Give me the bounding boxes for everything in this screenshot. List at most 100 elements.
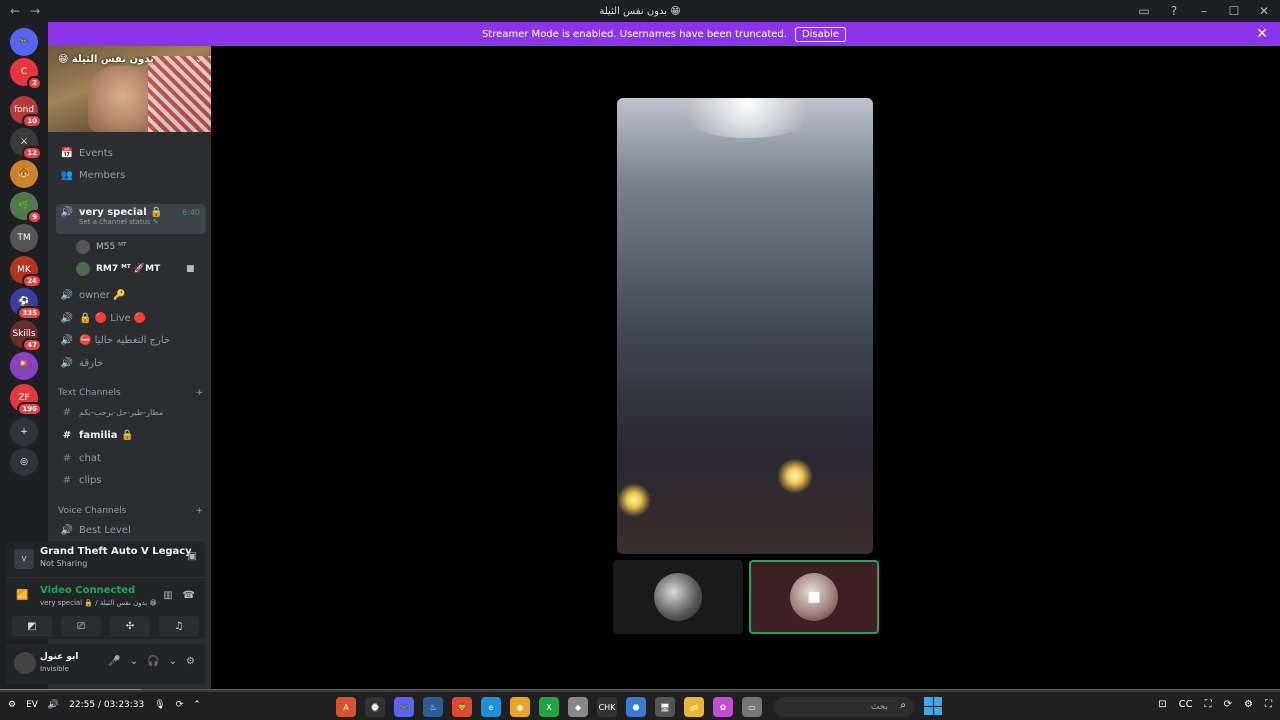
voice-channel-best-level[interactable]: 🔊 Best Level <box>56 520 206 540</box>
server-icon[interactable]: fond 10 <box>10 96 42 128</box>
server-icon[interactable]: MK 24 <box>10 256 42 288</box>
streamer-mode-banner: Streamer Mode is enabled. Usernames have… <box>48 22 1280 46</box>
voice-channel-path[interactable]: very special 🔒 / بدون نفس الثيلة 😁 <box>40 599 157 607</box>
server-icon[interactable]: 🎴 <box>10 352 38 380</box>
playback-time: 22:55 / 03:23:33 <box>69 700 145 710</box>
taskbar-app-icon[interactable]: ⬣ <box>626 697 646 717</box>
screen-share-button[interactable]: ⎚ <box>61 616 101 636</box>
inbox-icon[interactable]: ▭ <box>1136 3 1152 19</box>
network-icon[interactable]: ⟳ <box>176 700 184 710</box>
chevron-down-icon[interactable]: ⌄ <box>169 656 177 667</box>
voice-channel-very-special[interactable]: 🔊 very special 🔒 Set a channel status ✎ … <box>56 204 206 234</box>
taskbar-app-icon[interactable]: X <box>539 697 559 717</box>
share-screen-icon[interactable]: ▣ <box>188 551 197 562</box>
server-icon[interactable]: 🎮 <box>10 28 38 56</box>
video-lamp <box>777 458 813 494</box>
server-icon[interactable]: ⚽ 335 <box>10 288 42 320</box>
player-control-icon[interactable]: ⊡ <box>1158 699 1166 710</box>
video-ceiling-light <box>667 98 827 138</box>
server-icon[interactable]: C2 <box>10 58 42 90</box>
add-channel-icon[interactable]: + <box>195 388 203 398</box>
signal-icon[interactable]: 📶 <box>16 590 28 601</box>
volume-icon[interactable]: 🔊 <box>48 700 59 710</box>
taskbar-app-icon[interactable]: ▭ <box>742 697 762 717</box>
back-arrow-icon[interactable]: ← <box>10 4 20 18</box>
server-icon[interactable]: ◎ <box>10 448 38 476</box>
server-icon[interactable]: ⚔ 12 <box>10 128 42 160</box>
channel-status[interactable]: Set a channel status ✎ <box>79 218 163 226</box>
disconnect-icon[interactable]: ☎ <box>183 590 195 601</box>
members-icon: 👥 <box>60 169 74 181</box>
close-banner-icon[interactable]: ✕ <box>1256 26 1268 42</box>
server-icon[interactable]: Skills 47 <box>10 320 42 352</box>
taskbar-app-icon[interactable]: ◆ <box>568 697 588 717</box>
taskbar-app-icon[interactable]: e <box>481 697 501 717</box>
taskbar-app-icon[interactable]: 🦁 <box>452 697 472 717</box>
player-control-icon[interactable]: CC <box>1179 699 1193 710</box>
player-control-icon[interactable]: ⛶ <box>1205 699 1212 710</box>
server-icon-label: 🎮 <box>18 37 30 47</box>
taskbar-search[interactable]: بحث ⌕ <box>774 697 914 717</box>
user-name[interactable]: ابو عنول <box>40 652 79 662</box>
text-channel[interactable]: # clips <box>56 470 206 490</box>
taskbar-app-icon[interactable]: ◉ <box>510 697 530 717</box>
activities-button[interactable]: ✣ <box>110 616 150 636</box>
add-channel-icon[interactable]: + <box>195 506 203 516</box>
text-channel[interactable]: # chat <box>56 448 206 468</box>
text-channel[interactable]: # مطار-طير-حل-يرحب-بكم <box>56 402 206 422</box>
voice-channel-away[interactable]: 🔊 ⛔ خارج التغطيه حاليا <box>56 330 206 350</box>
voice-channel-super[interactable]: 🔊 خارقة <box>56 353 206 373</box>
taskbar-app-icon[interactable]: CHK <box>597 697 617 717</box>
language-indicator[interactable]: EV <box>26 700 38 710</box>
taskbar-app-icon[interactable]: A <box>336 697 356 717</box>
server-icon[interactable]: 🐯 <box>10 160 38 188</box>
text-channels-category[interactable]: Text Channels + <box>58 388 203 398</box>
server-icon[interactable]: TM <box>10 224 38 252</box>
voice-user[interactable]: RM7 ᴹᵀ 🚀MT ■ <box>76 261 195 277</box>
settings-gear-icon[interactable]: ⚙ <box>8 700 16 710</box>
members-item[interactable]: 👥 Members <box>56 165 206 185</box>
voice-status[interactable]: Video Connected <box>40 585 135 596</box>
server-icon[interactable]: ZF 196 <box>10 384 42 416</box>
close-window-button[interactable]: ✕ <box>1256 3 1272 19</box>
taskbar-app-icon[interactable]: ✿ <box>713 697 733 717</box>
taskbar-app-icon[interactable]: 📁 <box>684 697 704 717</box>
microphone-icon[interactable]: 🎙 <box>154 700 165 710</box>
voice-channel-owner[interactable]: 🔊 owner 🔑 <box>56 285 206 305</box>
server-icon[interactable]: + <box>10 418 38 446</box>
help-icon[interactable]: ? <box>1166 3 1182 19</box>
channel-label: Best Level <box>79 524 131 536</box>
forward-arrow-icon[interactable]: → <box>30 4 40 18</box>
avatar[interactable] <box>14 652 36 674</box>
microphone-icon[interactable]: 🎤 <box>108 656 120 667</box>
voice-user[interactable]: M55 ᴹᵀ <box>76 239 126 255</box>
disable-streamer-mode-button[interactable]: Disable <box>794 26 847 42</box>
settings-gear-icon[interactable]: ⚙ <box>186 656 195 667</box>
chevron-down-icon[interactable]: ⌄ <box>130 656 138 667</box>
taskbar-app-icon[interactable]: 🖥 <box>655 697 675 717</box>
chevron-up-icon[interactable]: ⌃ <box>193 700 201 710</box>
server-icon[interactable]: 🌿 9 <box>10 192 42 224</box>
player-control-icon[interactable]: ⚙ <box>1244 699 1253 710</box>
server-name[interactable]: بدون نفس الثيلة 😁 <box>58 54 154 65</box>
windows-start-icon[interactable] <box>924 697 942 715</box>
participant-tile-active[interactable]: ■ <box>749 560 879 634</box>
chevron-down-icon[interactable]: ⌄ <box>195 54 203 65</box>
events-item[interactable]: 📅 Events <box>56 143 206 163</box>
taskbar-app-icon[interactable]: 🎮 <box>394 697 414 717</box>
voice-channel-live[interactable]: 🔊 🔒 🔴 Live 🔴 <box>56 308 206 328</box>
player-control-icon[interactable]: ⟳ <box>1224 699 1232 710</box>
taskbar-app-icon[interactable]: ⌚ <box>365 697 385 717</box>
soundboard-button[interactable]: ♫ <box>159 616 199 636</box>
taskbar-app-icon[interactable]: ♨ <box>423 697 443 717</box>
voice-channels-category[interactable]: Voice Channels + <box>58 506 203 516</box>
minimize-button[interactable]: – <box>1196 3 1212 19</box>
maximize-button[interactable]: ☐ <box>1226 3 1242 19</box>
player-control-icon[interactable]: ⛶ <box>1265 699 1272 710</box>
text-channel[interactable]: # familia 🔒 <box>56 425 206 445</box>
main-video-stream[interactable] <box>617 98 873 554</box>
participant-tile[interactable] <box>613 560 743 634</box>
headphones-icon[interactable]: 🎧 <box>147 656 159 667</box>
noise-suppression-icon[interactable]: ▥ <box>163 590 172 601</box>
camera-off-button[interactable]: ◩ <box>12 616 52 636</box>
